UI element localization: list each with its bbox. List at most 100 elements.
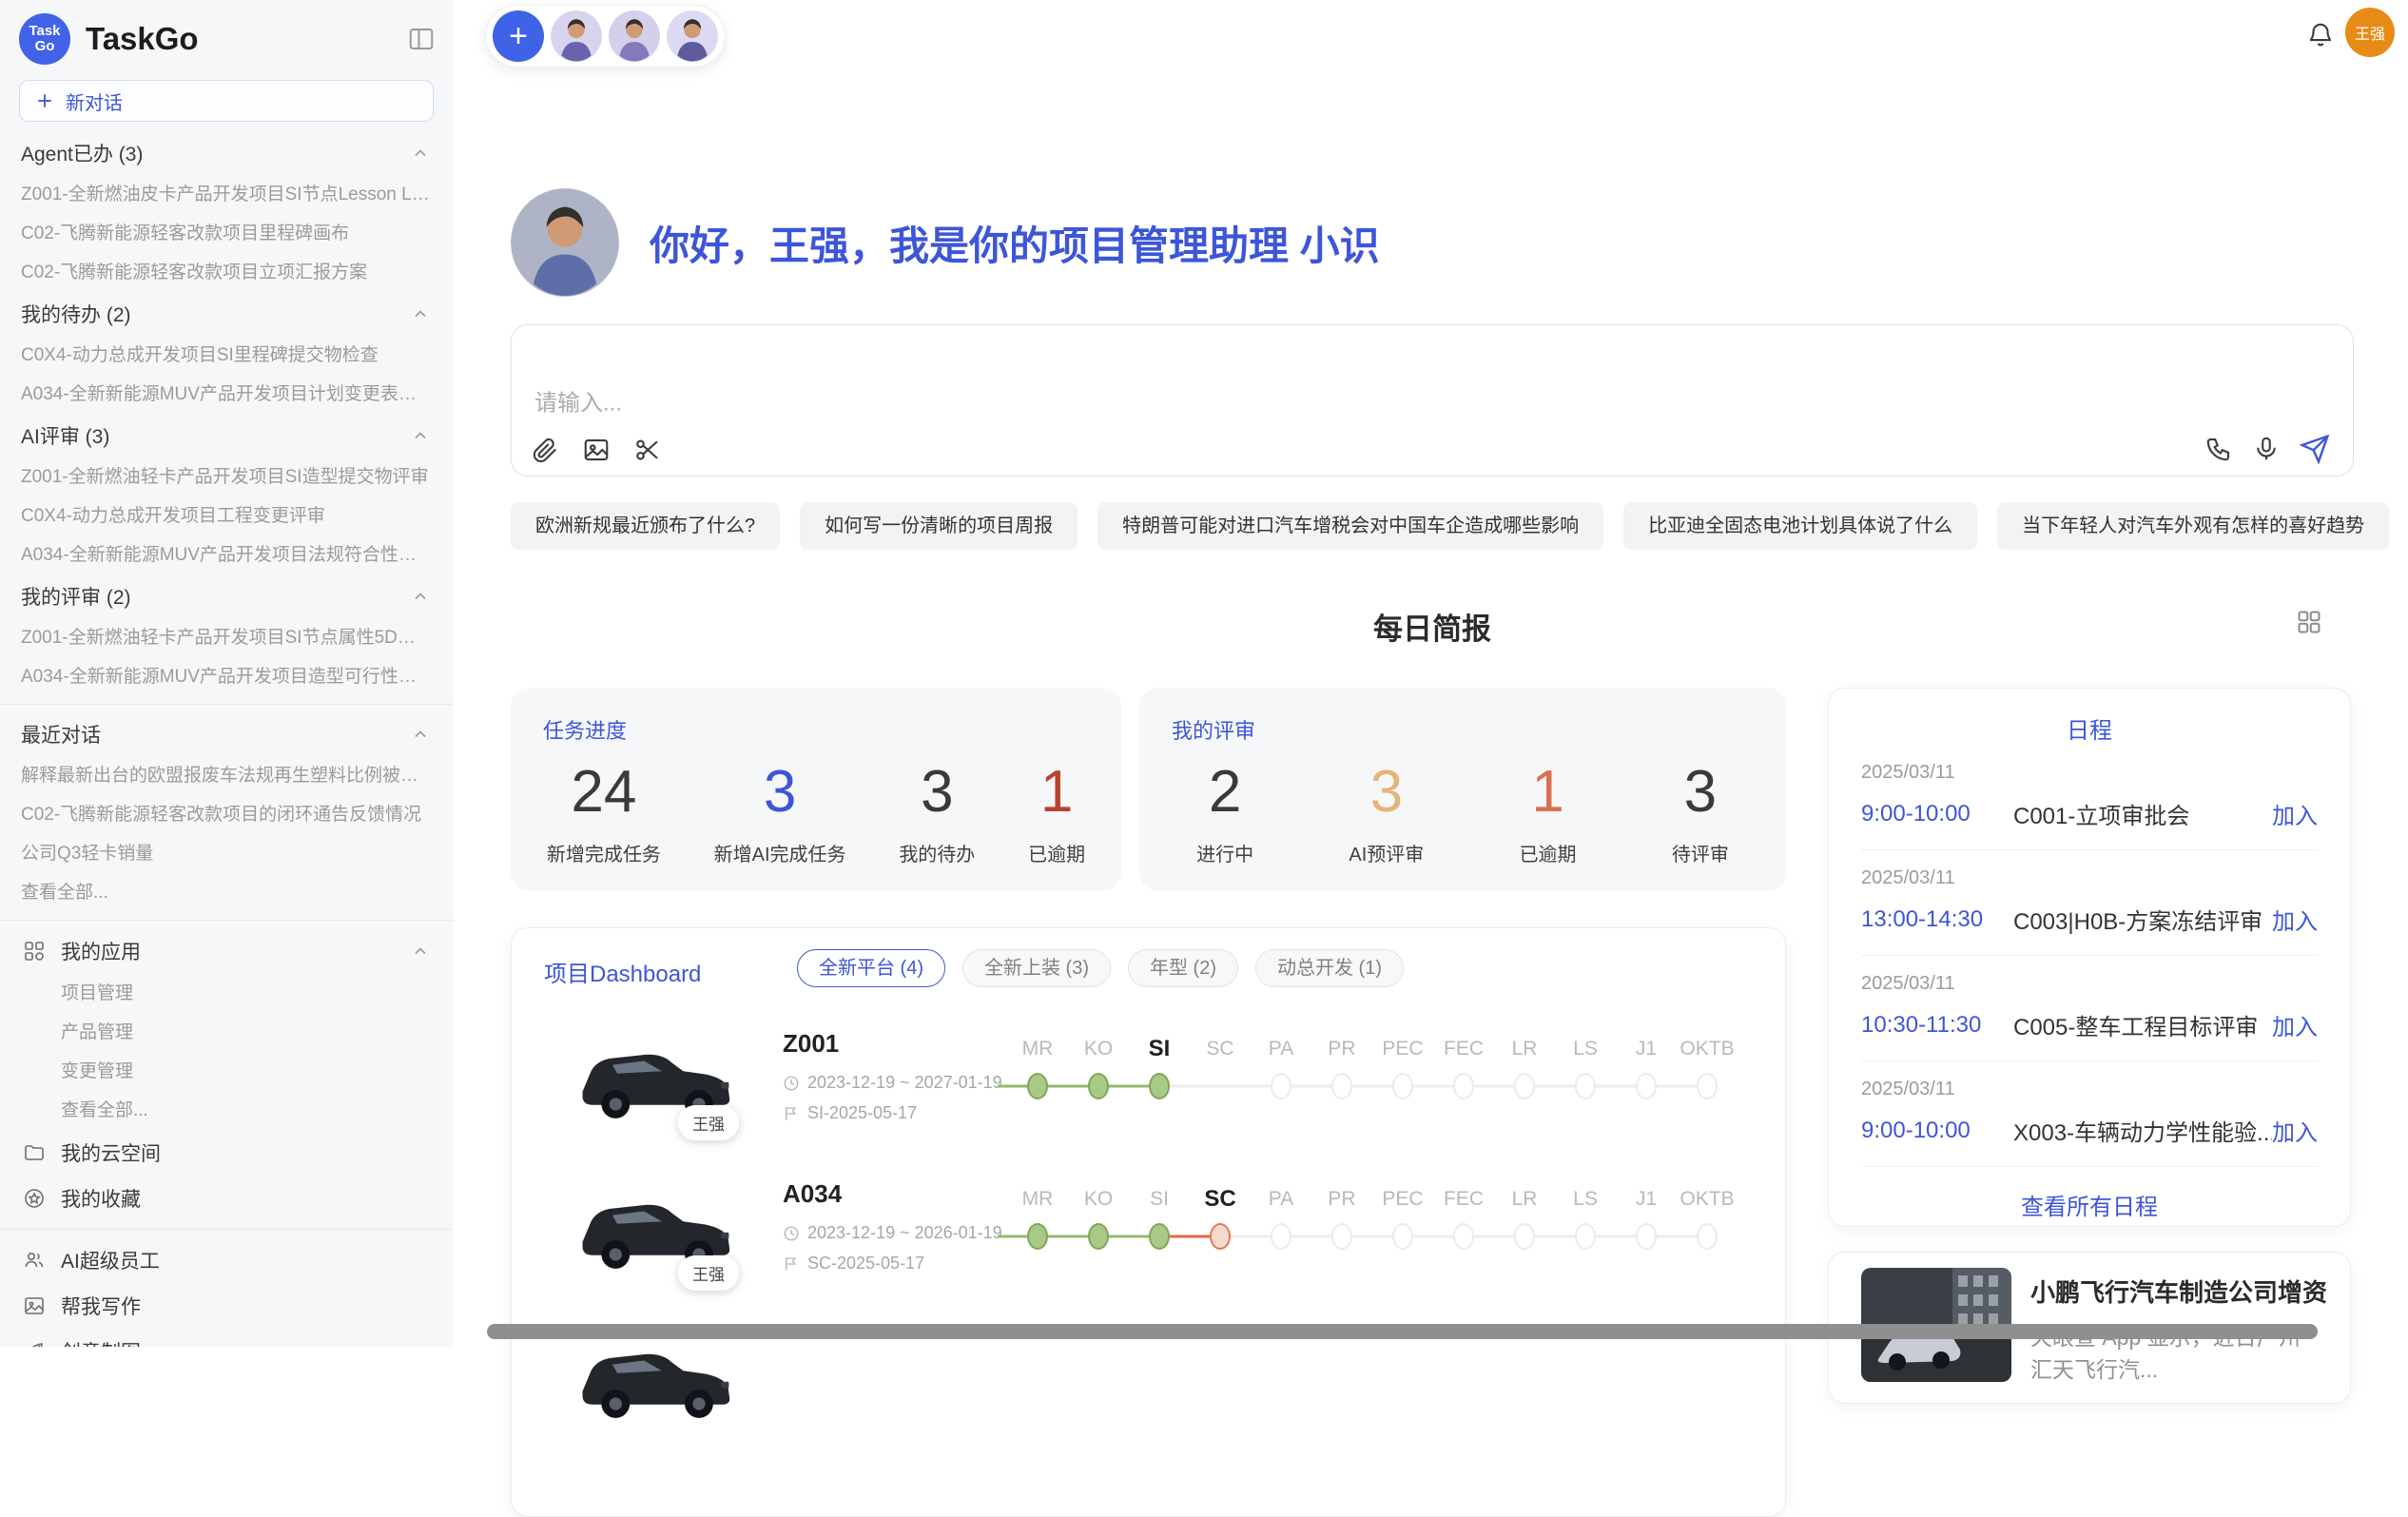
- milestone-label: PEC: [1372, 1182, 1433, 1216]
- milestone: MR: [1007, 1032, 1068, 1106]
- new-conversation-button[interactable]: +: [493, 10, 544, 62]
- schedule-time: 9:00-10:00: [1861, 801, 2013, 827]
- sidebar-item[interactable]: Z001-全新燃油轻卡产品开发项目SI节点属性5D文件评审: [0, 618, 453, 657]
- app-item[interactable]: 产品管理: [0, 1013, 453, 1052]
- app-item[interactable]: 变更管理: [0, 1052, 453, 1091]
- recent-conversation-item[interactable]: 查看全部...: [0, 873, 453, 912]
- sidebar-section-header[interactable]: AI评审 (3): [0, 414, 453, 457]
- briefing-title: 每日简报: [511, 605, 2354, 648]
- divider: [0, 920, 453, 921]
- milestone-dot: [1453, 1223, 1474, 1250]
- schedule-join-link[interactable]: 加入: [2272, 1114, 2318, 1147]
- recent-conversation-item[interactable]: 公司Q3轻卡销量: [0, 834, 453, 873]
- conversation-avatar-3[interactable]: [667, 10, 718, 62]
- schedule-time: 13:00-14:30: [1861, 906, 2013, 933]
- briefing-layout-icon[interactable]: [2296, 609, 2322, 635]
- suggestion-chip[interactable]: 比亚迪全固态电池计划具体说了什么: [1623, 502, 1977, 550]
- dashboard-tab[interactable]: 年型 (2): [1128, 949, 1238, 987]
- sidebar-item[interactable]: Z001-全新燃油轻卡产品开发项目SI造型提交物评审: [0, 457, 453, 496]
- suggestion-chip[interactable]: 特朗普可能对进口汽车增税会对中国车企造成哪些影响: [1097, 502, 1603, 550]
- stat-value: 3: [714, 758, 846, 826]
- briefing-panel: 任务进度24新增完成任务3新增AI完成任务3我的待办1已逾期: [511, 688, 1121, 891]
- schedule-items: 2025/03/119:00-10:00C001-立项审批会加入2025/03/…: [1829, 745, 2350, 1167]
- phone-icon[interactable]: [2204, 435, 2233, 463]
- sidebar-section-header[interactable]: 最近对话: [0, 712, 453, 756]
- sidebar-item[interactable]: C0X4-动力总成开发项目工程变更评审: [0, 496, 453, 535]
- sidebar-item-my-apps[interactable]: 我的应用: [0, 928, 453, 974]
- send-icon[interactable]: [2300, 434, 2330, 464]
- dashboard-tab[interactable]: 动总开发 (1): [1255, 949, 1404, 987]
- tool-label: AI超级员工: [61, 1246, 160, 1274]
- composer-placeholder: 请输入...: [534, 384, 622, 418]
- folder-icon: [23, 1141, 46, 1164]
- conversation-avatar-1[interactable]: [551, 10, 602, 62]
- sidebar-section-header[interactable]: 我的待办 (2): [0, 292, 453, 336]
- app-item[interactable]: 项目管理: [0, 974, 453, 1013]
- microphone-icon[interactable]: [2252, 435, 2281, 463]
- schedule-join-link[interactable]: 加入: [2272, 1008, 2318, 1041]
- stat-item: 3新增AI完成任务: [714, 758, 846, 866]
- sidebar: Task Go TaskGo 新对话 Agent已办 (3)Z001-全新燃油皮…: [0, 0, 453, 1347]
- horizontal-scrollbar[interactable]: [487, 1324, 2318, 1339]
- sidebar-collapse-icon[interactable]: [407, 25, 436, 53]
- milestone-label: SC: [1190, 1032, 1251, 1066]
- sidebar-item-ai-super-staff[interactable]: AI超级员工: [0, 1237, 453, 1283]
- sidebar-item-cloud-space[interactable]: 我的云空间: [0, 1130, 453, 1176]
- milestone-dot: [1210, 1223, 1231, 1250]
- schedule-join-link[interactable]: 加入: [2272, 903, 2318, 936]
- attachment-icon[interactable]: [531, 436, 559, 464]
- sidebar-item-favorites[interactable]: 我的收藏: [0, 1176, 453, 1221]
- new-chat-button[interactable]: 新对话: [19, 80, 434, 122]
- recent-conversation-item[interactable]: 解释最新出台的欧盟报废车法规再生塑料比例被调至15%...: [0, 756, 453, 795]
- date-range-text: 2023-12-19 ~ 2027-01-19: [807, 1073, 1002, 1093]
- sidebar-item[interactable]: Z001-全新燃油皮卡产品开发项目SI节点Lesson Learn报告: [0, 175, 453, 214]
- milestone-timeline: MRKOSISCPAPRPECFECLRLSJ1OKTB: [1007, 1182, 1738, 1256]
- sidebar-section-header[interactable]: Agent已办 (3): [0, 131, 453, 175]
- sidebar-item-help-me-write[interactable]: 帮我写作: [0, 1283, 453, 1329]
- dashboard-tab[interactable]: 全新平台 (4): [797, 949, 945, 987]
- project-row-partial: [512, 1323, 1785, 1466]
- suggestion-chip[interactable]: 如何写一份清晰的项目周报: [800, 502, 1078, 550]
- recent-conversation-item[interactable]: C02-飞腾新能源轻客改款项目的闭环通告反馈情况: [0, 795, 453, 834]
- sidebar-item[interactable]: C0X4-动力总成开发项目SI里程碑提交物检查: [0, 336, 453, 375]
- milestone: PA: [1251, 1032, 1311, 1106]
- schedule-join-link[interactable]: 加入: [2272, 797, 2318, 830]
- project-name: Z001: [783, 1029, 839, 1059]
- notification-bell-icon[interactable]: [2306, 21, 2335, 49]
- logo-line1: Task: [29, 24, 60, 39]
- sidebar-item[interactable]: A034-全新新能源MUV产品开发项目计划变更表编写: [0, 375, 453, 414]
- sidebar-item[interactable]: C02-飞腾新能源轻客改款项目立项汇报方案: [0, 253, 453, 292]
- milestone: LS: [1555, 1032, 1616, 1106]
- milestone-label: KO: [1068, 1182, 1129, 1216]
- sidebar-item[interactable]: A034-全新新能源MUV产品开发项目法规符合性评审: [0, 535, 453, 574]
- milestone-label: PR: [1311, 1182, 1372, 1216]
- schedule-time: 9:00-10:00: [1861, 1118, 2013, 1144]
- message-composer[interactable]: 请输入...: [511, 324, 2354, 476]
- sidebar-item[interactable]: C02-飞腾新能源轻客改款项目里程碑画布: [0, 214, 453, 253]
- milestone: LS: [1555, 1182, 1616, 1256]
- sidebar-item[interactable]: A034-全新新能源MUV产品开发项目造型可行性评审: [0, 657, 453, 696]
- schedule-row: 9:00-10:00X003-车辆动力学性能验...加入: [1861, 1114, 2318, 1147]
- conversation-avatar-2[interactable]: [609, 10, 660, 62]
- sidebar-body: Agent已办 (3)Z001-全新燃油皮卡产品开发项目SI节点Lesson L…: [0, 131, 453, 1347]
- sidebar-item-creative-drawing[interactable]: 创意制图: [0, 1329, 453, 1347]
- suggestion-chip[interactable]: 当下年轻人对汽车外观有怎样的喜好趋势: [1997, 502, 2389, 550]
- schedule-item: 2025/03/1113:00-14:30C003|H0B-方案冻结评审加入: [1861, 850, 2318, 956]
- panel-stats: 24新增完成任务3新增AI完成任务3我的待办1已逾期: [520, 747, 1112, 878]
- dashboard-tab[interactable]: 全新上装 (3): [962, 949, 1111, 987]
- milestone-label: PA: [1251, 1182, 1311, 1216]
- suggestion-chip[interactable]: 欧洲新规最近颁布了什么?: [511, 502, 780, 550]
- image-upload-icon[interactable]: [582, 436, 611, 464]
- milestone-dot: [1514, 1073, 1535, 1099]
- user-avatar[interactable]: 王强: [2345, 8, 2395, 57]
- sidebar-section-header[interactable]: 我的评审 (2): [0, 574, 453, 618]
- clock-icon: [783, 1075, 800, 1092]
- milestone: SC: [1190, 1182, 1251, 1256]
- stat-item: 24新增完成任务: [547, 758, 661, 866]
- apps-grid-icon: [23, 940, 46, 963]
- stat-label: 我的待办: [899, 839, 975, 866]
- scissors-icon[interactable]: [633, 436, 662, 464]
- chevron-up-icon: [411, 725, 430, 744]
- schedule-view-all-link[interactable]: 查看所有日程: [1829, 1167, 2350, 1221]
- app-item[interactable]: 查看全部...: [0, 1091, 453, 1130]
